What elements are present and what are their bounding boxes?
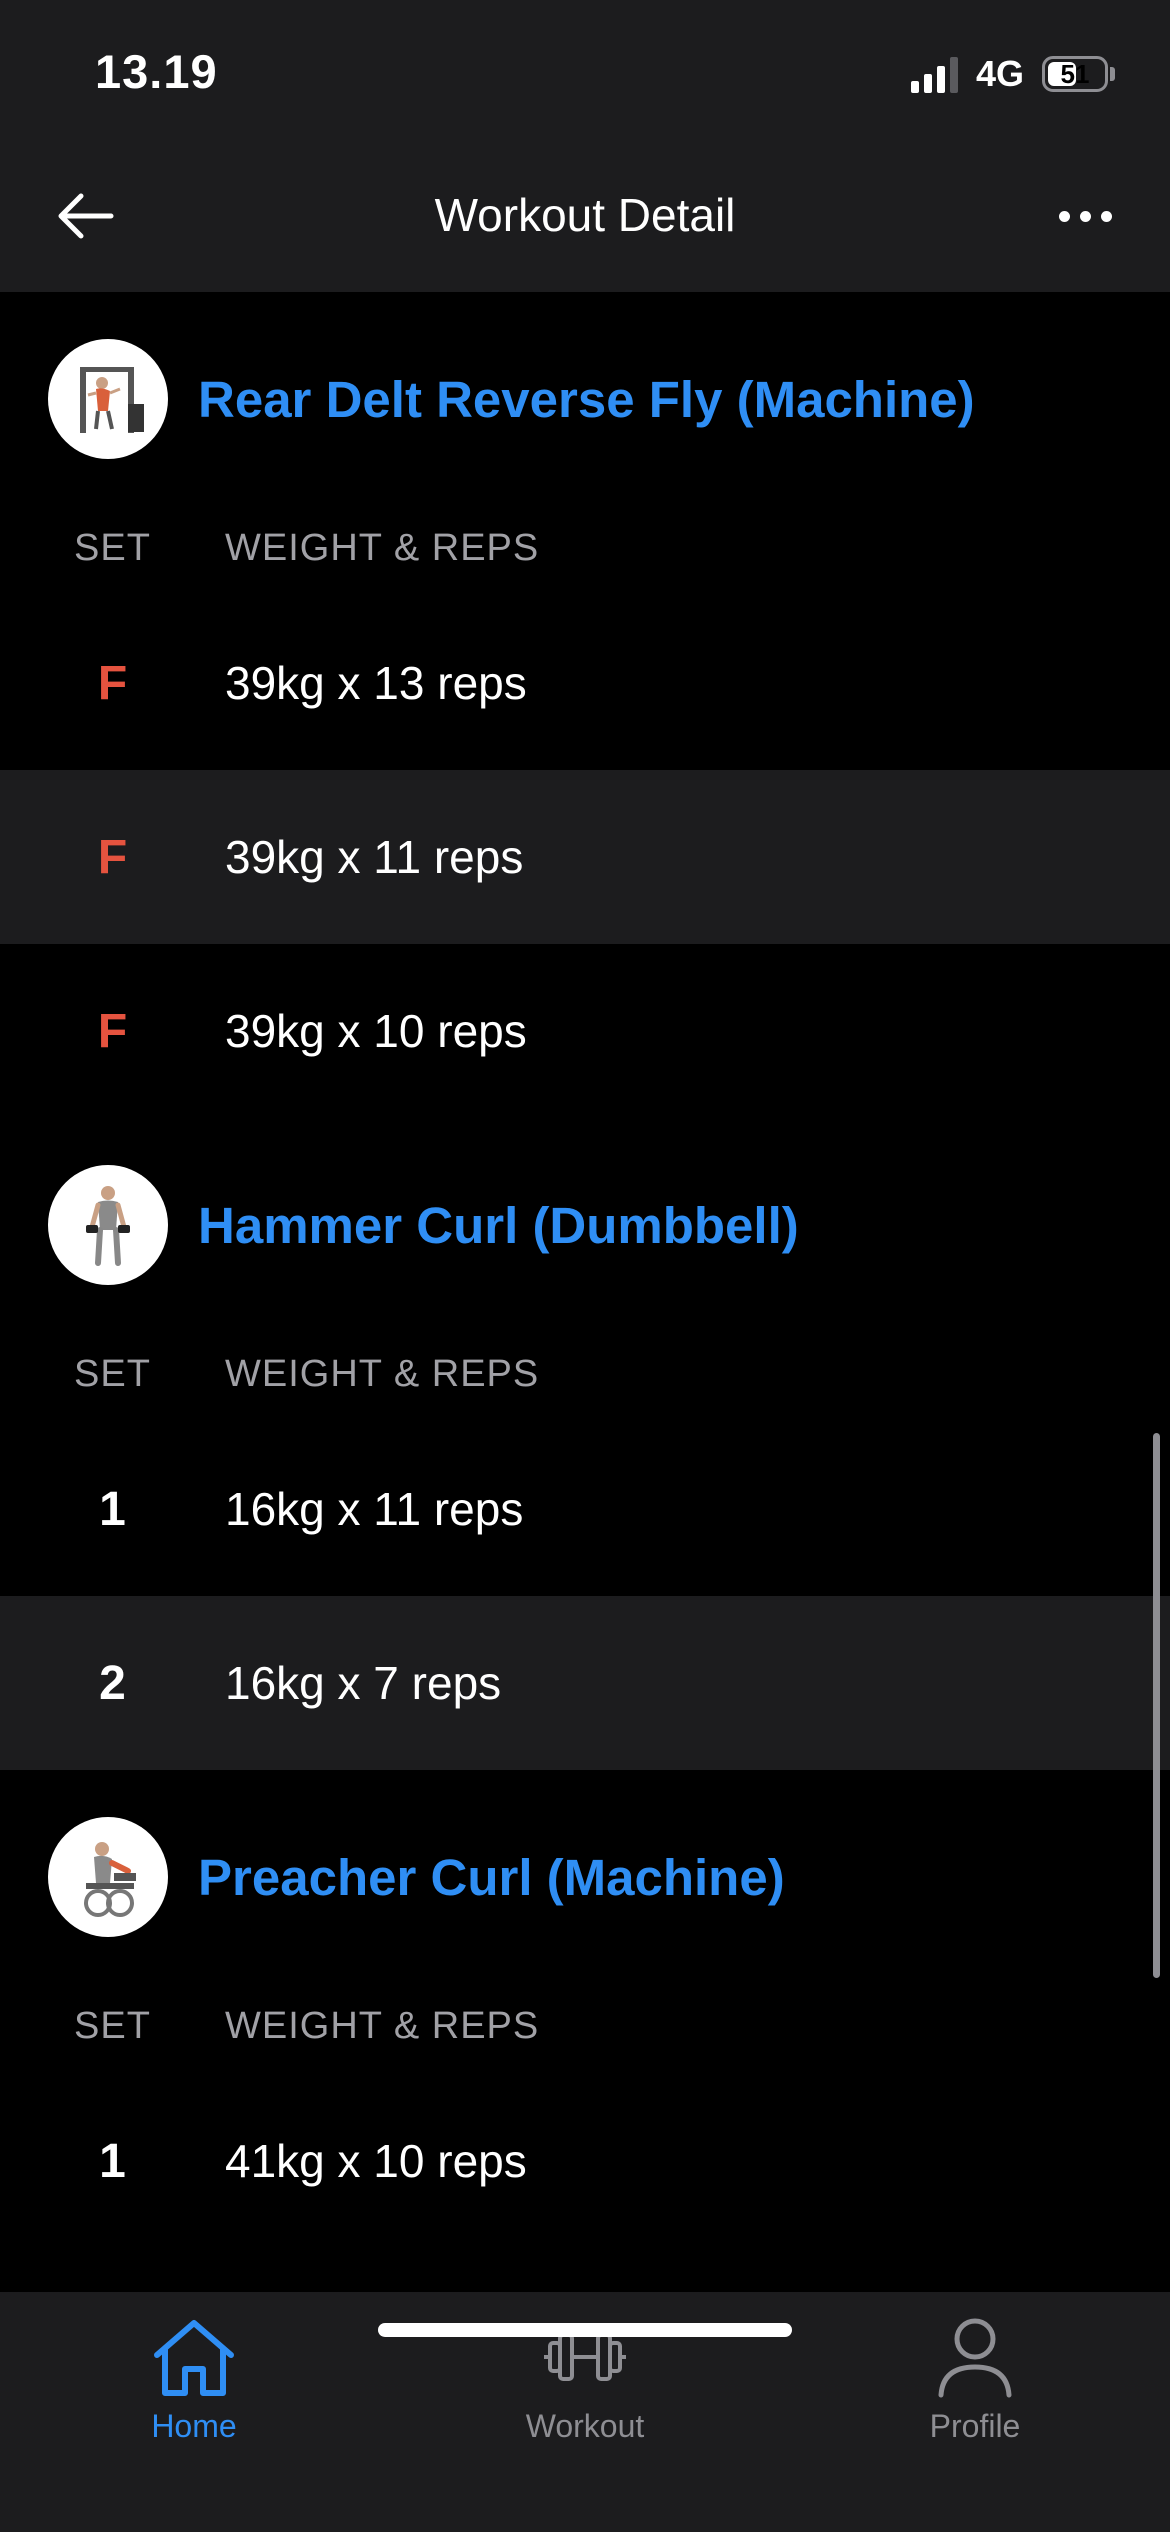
- set-number[interactable]: 2: [0, 1656, 225, 1711]
- exercise-header: Preacher Curl (Machine): [0, 1770, 1170, 1984]
- column-weight-reps-label: WEIGHT & REPS: [225, 2004, 540, 2047]
- machine-exercise-illustration-icon: [80, 367, 144, 433]
- tab-home[interactable]: Home: [84, 2312, 304, 2462]
- set-row: 2 16kg x 7 reps: [0, 1596, 1170, 1770]
- set-column-header: SET WEIGHT & REPS: [0, 1978, 1170, 2074]
- set-type-failure[interactable]: F: [0, 830, 225, 885]
- machine-exercise-illustration-icon: [84, 1842, 136, 1917]
- column-set-label: SET: [74, 1352, 151, 1395]
- network-type: 4G: [975, 53, 1024, 94]
- set-weight-reps: 16kg x 11 reps: [225, 1483, 524, 1535]
- exercise-block: Rear Delt Reverse Fly (Machine) SET WEIG…: [0, 292, 1170, 1118]
- column-set-label: SET: [74, 526, 151, 569]
- status-indicators: 4G 51: [910, 52, 1115, 96]
- exercise-header: Rear Delt Reverse Fly (Machine): [0, 292, 1170, 506]
- workout-detail-screen: 13.19 4G 51 Workout Detail Rear Delt Rev…: [0, 0, 1170, 2532]
- exercise-thumbnail[interactable]: [48, 1817, 168, 1937]
- set-row: F 39kg x 11 reps: [0, 770, 1170, 944]
- column-set-label: SET: [74, 2004, 151, 2047]
- tab-label: Profile: [929, 2408, 1021, 2444]
- set-weight-reps: 39kg x 10 reps: [225, 1005, 527, 1057]
- ellipsis-dot: [1079, 210, 1091, 222]
- cellular-signal-icon: [910, 55, 958, 93]
- tab-profile[interactable]: Profile: [865, 2312, 1085, 2462]
- ellipsis-icon: [1058, 210, 1070, 222]
- set-number[interactable]: 1: [0, 2134, 225, 2189]
- scroll-indicator[interactable]: [1153, 1433, 1160, 1978]
- home-indicator: [378, 2323, 792, 2337]
- home-icon: [144, 2312, 244, 2402]
- exercise-thumbnail[interactable]: [48, 339, 168, 459]
- set-type-failure[interactable]: F: [0, 1004, 225, 1059]
- battery-icon: 51: [1042, 56, 1108, 92]
- set-column-header: SET WEIGHT & REPS: [0, 1326, 1170, 1422]
- set-row: F 39kg x 10 reps: [0, 944, 1170, 1118]
- exercise-thumbnail[interactable]: [48, 1165, 168, 1285]
- status-time: 13.19: [95, 45, 218, 98]
- page-title: Workout Detail: [434, 189, 736, 241]
- exercise-title[interactable]: Hammer Curl (Dumbbell): [198, 1196, 799, 1255]
- set-weight-reps: 41kg x 10 reps: [225, 2135, 527, 2187]
- exercise-title[interactable]: Preacher Curl (Machine): [198, 1848, 785, 1907]
- set-weight-reps: 39kg x 13 reps: [225, 657, 527, 709]
- column-weight-reps-label: WEIGHT & REPS: [225, 526, 540, 569]
- workout-content[interactable]: Rear Delt Reverse Fly (Machine) SET WEIG…: [0, 292, 1170, 2292]
- set-row: 1 16kg x 11 reps: [0, 1422, 1170, 1596]
- set-row: F 39kg x 13 reps: [0, 596, 1170, 770]
- ellipsis-dot: [1100, 210, 1112, 222]
- person-icon: [925, 2312, 1025, 2402]
- battery-percentage: 51: [1060, 59, 1090, 89]
- set-row: 1 41kg x 10 reps: [0, 2074, 1170, 2248]
- exercise-block: Hammer Curl (Dumbbell) SET WEIGHT & REPS…: [0, 1118, 1170, 1770]
- tab-label: Workout: [525, 2408, 645, 2444]
- exercise-title[interactable]: Rear Delt Reverse Fly (Machine): [198, 370, 975, 429]
- more-options-button[interactable]: [1040, 176, 1130, 256]
- battery-cap: [1110, 67, 1115, 81]
- tab-label: Home: [151, 2408, 237, 2444]
- column-weight-reps-label: WEIGHT & REPS: [225, 1352, 540, 1395]
- status-bar: 13.19 4G 51: [0, 0, 1170, 140]
- exercise-header: Hammer Curl (Dumbbell): [0, 1118, 1170, 1332]
- set-type-failure[interactable]: F: [0, 656, 225, 711]
- set-weight-reps: 16kg x 7 reps: [225, 1657, 502, 1709]
- exercise-block: Preacher Curl (Machine) SET WEIGHT & REP…: [0, 1770, 1170, 2248]
- set-column-header: SET WEIGHT & REPS: [0, 500, 1170, 596]
- dumbbell-exercise-illustration-icon: [86, 1186, 130, 1266]
- set-number[interactable]: 1: [0, 1482, 225, 1537]
- navigation-header: Workout Detail: [0, 140, 1170, 292]
- set-weight-reps: 39kg x 11 reps: [225, 831, 524, 883]
